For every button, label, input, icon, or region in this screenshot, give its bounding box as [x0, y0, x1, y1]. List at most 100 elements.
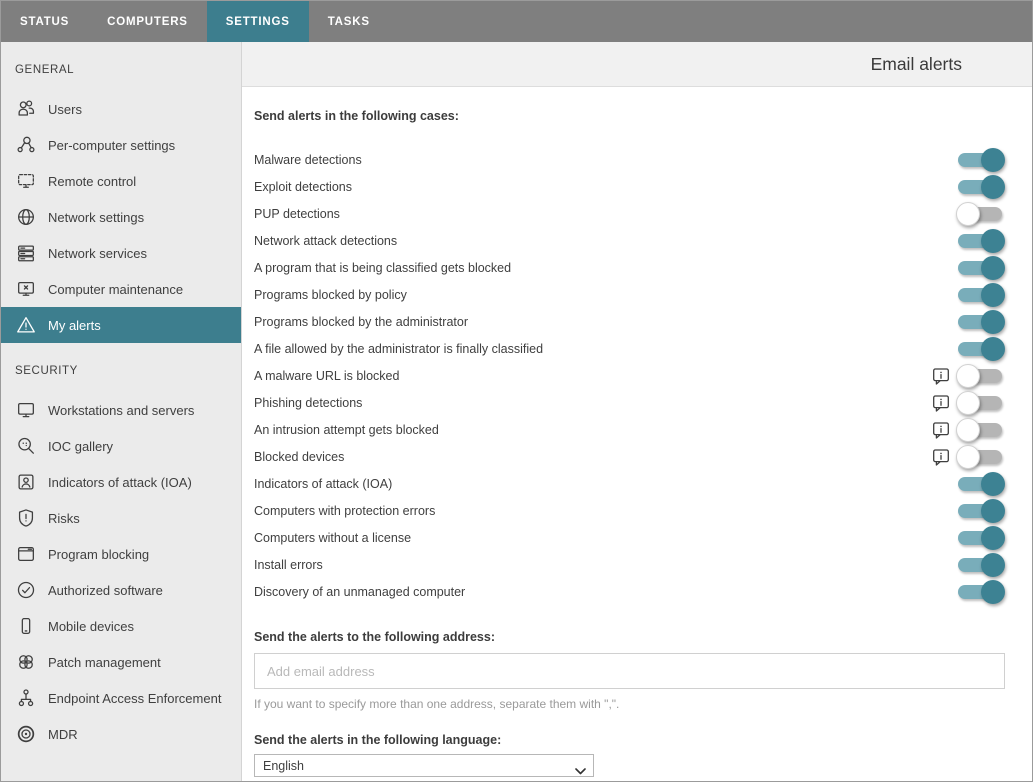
- toggle-knob: [956, 202, 980, 226]
- alert-row: Computers with protection errors: [254, 497, 1005, 524]
- alert-row: PUP detections: [254, 200, 1005, 227]
- indicators-of-attack-icon: [14, 471, 37, 494]
- risks-icon: [14, 507, 37, 530]
- alert-row-label: Exploit detections: [254, 180, 956, 194]
- toggle-switch[interactable]: [956, 472, 1005, 496]
- sidebar-item-network-settings[interactable]: Network settings: [1, 199, 241, 235]
- alert-row-label: Malware detections: [254, 153, 956, 167]
- alert-row: Programs blocked by the administrator: [254, 308, 1005, 335]
- language-select[interactable]: English: [254, 754, 594, 777]
- alert-row-label: Programs blocked by the administrator: [254, 315, 956, 329]
- toggle-switch[interactable]: [956, 256, 1005, 280]
- info-icon[interactable]: [930, 365, 951, 386]
- nav-tab-computers[interactable]: COMPUTERS: [88, 1, 207, 42]
- toggle-knob: [981, 310, 1005, 334]
- toggle-knob: [981, 283, 1005, 307]
- info-icon[interactable]: [930, 419, 951, 440]
- toggle-switch[interactable]: [956, 337, 1005, 361]
- toggle-switch[interactable]: [956, 553, 1005, 577]
- toggle-switch[interactable]: [956, 202, 1005, 226]
- address-section-title: Send the alerts to the following address…: [254, 630, 1005, 644]
- info-icon[interactable]: [930, 392, 951, 413]
- toggle-switch[interactable]: [956, 526, 1005, 550]
- toggle-switch[interactable]: [956, 364, 1005, 388]
- sidebar-item-my-alerts[interactable]: My alerts: [1, 307, 241, 343]
- info-icon[interactable]: [930, 446, 951, 467]
- toggle-switch[interactable]: [956, 580, 1005, 604]
- alert-row: Install errors: [254, 551, 1005, 578]
- sidebar-item-label: IOC gallery: [48, 439, 113, 454]
- address-hint-text: If you want to specify more than one add…: [254, 697, 1005, 711]
- toggle-knob: [981, 526, 1005, 550]
- sidebar-item-authorized-software[interactable]: Authorized software: [1, 572, 241, 608]
- alert-row-label: Computers without a license: [254, 531, 956, 545]
- alert-row: Malware detections: [254, 146, 1005, 173]
- toggle-knob: [981, 175, 1005, 199]
- sidebar-item-label: Endpoint Access Enforcement: [48, 691, 221, 706]
- sidebar-item-label: Remote control: [48, 174, 136, 189]
- sidebar-item-label: Users: [48, 102, 82, 117]
- alert-row: An intrusion attempt gets blocked: [254, 416, 1005, 443]
- alert-row-label: Blocked devices: [254, 450, 930, 464]
- toggle-knob: [981, 553, 1005, 577]
- sidebar-item-network-services[interactable]: Network services: [1, 235, 241, 271]
- toggle-switch[interactable]: [956, 148, 1005, 172]
- alert-row: A malware URL is blocked: [254, 362, 1005, 389]
- sidebar-item-label: MDR: [48, 727, 78, 742]
- nav-tab-settings[interactable]: SETTINGS: [207, 1, 309, 42]
- users-icon: [14, 98, 37, 121]
- program-blocking-icon: [14, 543, 37, 566]
- alert-toggle-list: Malware detections Exploit detections PUP …: [254, 146, 1005, 605]
- sidebar-item-mobile-devices[interactable]: Mobile devices: [1, 608, 241, 644]
- sidebar-item-label: Per-computer settings: [48, 138, 175, 153]
- email-address-input[interactable]: [254, 653, 1005, 689]
- sidebar-item-label: My alerts: [48, 318, 101, 333]
- alert-row-label: Install errors: [254, 558, 956, 572]
- toggle-knob: [981, 337, 1005, 361]
- sidebar-item-ioc-gallery[interactable]: IOC gallery: [1, 428, 241, 464]
- sidebar-item-label: Computer maintenance: [48, 282, 183, 297]
- toggle-switch[interactable]: [956, 229, 1005, 253]
- sidebar-item-per-computer-settings[interactable]: Per-computer settings: [1, 127, 241, 163]
- sidebar-item-workstations-and-servers[interactable]: Workstations and servers: [1, 392, 241, 428]
- toggle-switch[interactable]: [956, 445, 1005, 469]
- patch-management-icon: [14, 651, 37, 674]
- nav-tab-status[interactable]: STATUS: [1, 1, 88, 42]
- toggle-switch[interactable]: [956, 283, 1005, 307]
- toggle-knob: [981, 148, 1005, 172]
- sidebar-item-label: Authorized software: [48, 583, 163, 598]
- alert-row: Computers without a license: [254, 524, 1005, 551]
- main-panel: Email alerts Send alerts in the followin…: [242, 42, 1032, 781]
- alert-row-label: Indicators of attack (IOA): [254, 477, 956, 491]
- computer-maintenance-icon: [14, 278, 37, 301]
- sidebar-item-risks[interactable]: Risks: [1, 500, 241, 536]
- toggle-knob: [956, 418, 980, 442]
- sidebar-item-patch-management[interactable]: Patch management: [1, 644, 241, 680]
- endpoint-access-enforcement-icon: [14, 687, 37, 710]
- toggle-switch[interactable]: [956, 175, 1005, 199]
- toggle-switch[interactable]: [956, 310, 1005, 334]
- mobile-devices-icon: [14, 615, 37, 638]
- page-header: Email alerts: [242, 42, 1032, 87]
- sidebar-item-users[interactable]: Users: [1, 91, 241, 127]
- sidebar-item-program-blocking[interactable]: Program blocking: [1, 536, 241, 572]
- sidebar-item-indicators-of-attack[interactable]: Indicators of attack (IOA): [1, 464, 241, 500]
- toggle-knob: [981, 229, 1005, 253]
- main-layout: GENERALUsersPer-computer settingsRemote …: [1, 42, 1032, 781]
- toggle-switch[interactable]: [956, 418, 1005, 442]
- network-settings-icon: [14, 206, 37, 229]
- alert-row: Exploit detections: [254, 173, 1005, 200]
- nav-tab-tasks[interactable]: TASKS: [309, 1, 389, 42]
- sidebar-item-endpoint-access-enforcement[interactable]: Endpoint Access Enforcement: [1, 680, 241, 716]
- alert-row-label: Phishing detections: [254, 396, 930, 410]
- alert-row: Discovery of an unmanaged computer: [254, 578, 1005, 605]
- toggle-switch[interactable]: [956, 499, 1005, 523]
- settings-sidebar: GENERALUsersPer-computer settingsRemote …: [1, 42, 242, 781]
- sidebar-item-mdr[interactable]: MDR: [1, 716, 241, 752]
- network-services-icon: [14, 242, 37, 265]
- sidebar-item-remote-control[interactable]: Remote control: [1, 163, 241, 199]
- toggle-switch[interactable]: [956, 391, 1005, 415]
- authorized-software-icon: [14, 579, 37, 602]
- sidebar-item-label: Risks: [48, 511, 80, 526]
- sidebar-item-computer-maintenance[interactable]: Computer maintenance: [1, 271, 241, 307]
